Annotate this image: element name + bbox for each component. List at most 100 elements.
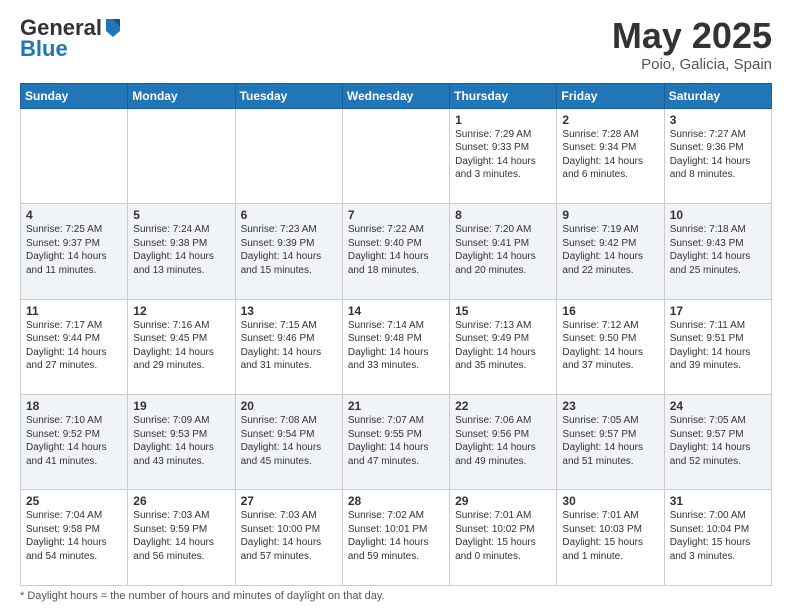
- day-info: Sunrise: 7:25 AMSunset: 9:37 PMDaylight:…: [26, 223, 122, 277]
- day-cell: 16Sunrise: 7:12 AMSunset: 9:50 PMDayligh…: [557, 299, 664, 394]
- calendar-header-row: SundayMondayTuesdayWednesdayThursdayFrid…: [21, 83, 772, 108]
- day-cell: 26Sunrise: 7:03 AMSunset: 9:59 PMDayligh…: [128, 490, 235, 586]
- day-info: Sunrise: 7:05 AMSunset: 9:57 PMDaylight:…: [562, 414, 658, 468]
- day-number: 7: [348, 208, 444, 222]
- day-cell: 14Sunrise: 7:14 AMSunset: 9:48 PMDayligh…: [342, 299, 449, 394]
- day-cell: 24Sunrise: 7:05 AMSunset: 9:57 PMDayligh…: [664, 395, 771, 490]
- day-number: 24: [670, 399, 766, 413]
- day-info: Sunrise: 7:14 AMSunset: 9:48 PMDaylight:…: [348, 319, 444, 373]
- col-header-monday: Monday: [128, 83, 235, 108]
- logo-icon: [104, 17, 122, 39]
- day-cell: 21Sunrise: 7:07 AMSunset: 9:55 PMDayligh…: [342, 395, 449, 490]
- day-cell: 28Sunrise: 7:02 AMSunset: 10:01 PMDaylig…: [342, 490, 449, 586]
- day-info: Sunrise: 7:05 AMSunset: 9:57 PMDaylight:…: [670, 414, 766, 468]
- day-info: Sunrise: 7:24 AMSunset: 9:38 PMDaylight:…: [133, 223, 229, 277]
- week-row-3: 11Sunrise: 7:17 AMSunset: 9:44 PMDayligh…: [21, 299, 772, 394]
- day-cell: 8Sunrise: 7:20 AMSunset: 9:41 PMDaylight…: [450, 204, 557, 299]
- day-info: Sunrise: 7:28 AMSunset: 9:34 PMDaylight:…: [562, 128, 658, 182]
- day-cell: 18Sunrise: 7:10 AMSunset: 9:52 PMDayligh…: [21, 395, 128, 490]
- day-cell: 12Sunrise: 7:16 AMSunset: 9:45 PMDayligh…: [128, 299, 235, 394]
- day-number: 27: [241, 494, 337, 508]
- day-number: 19: [133, 399, 229, 413]
- day-info: Sunrise: 7:00 AMSunset: 10:04 PMDaylight…: [670, 509, 766, 563]
- day-cell: 10Sunrise: 7:18 AMSunset: 9:43 PMDayligh…: [664, 204, 771, 299]
- day-cell: [21, 108, 128, 203]
- day-info: Sunrise: 7:01 AMSunset: 10:03 PMDaylight…: [562, 509, 658, 563]
- week-row-2: 4Sunrise: 7:25 AMSunset: 9:37 PMDaylight…: [21, 204, 772, 299]
- day-cell: [342, 108, 449, 203]
- page: General Blue May 2025 Poio, Galicia, Spa…: [0, 0, 792, 612]
- day-number: 28: [348, 494, 444, 508]
- day-info: Sunrise: 7:01 AMSunset: 10:02 PMDaylight…: [455, 509, 551, 563]
- day-cell: 17Sunrise: 7:11 AMSunset: 9:51 PMDayligh…: [664, 299, 771, 394]
- title-block: May 2025 Poio, Galicia, Spain: [612, 16, 772, 73]
- day-info: Sunrise: 7:08 AMSunset: 9:54 PMDaylight:…: [241, 414, 337, 468]
- col-header-sunday: Sunday: [21, 83, 128, 108]
- day-cell: [235, 108, 342, 203]
- day-info: Sunrise: 7:02 AMSunset: 10:01 PMDaylight…: [348, 509, 444, 563]
- day-info: Sunrise: 7:18 AMSunset: 9:43 PMDaylight:…: [670, 223, 766, 277]
- day-info: Sunrise: 7:15 AMSunset: 9:46 PMDaylight:…: [241, 319, 337, 373]
- day-cell: 4Sunrise: 7:25 AMSunset: 9:37 PMDaylight…: [21, 204, 128, 299]
- day-number: 16: [562, 304, 658, 318]
- day-info: Sunrise: 7:04 AMSunset: 9:58 PMDaylight:…: [26, 509, 122, 563]
- day-info: Sunrise: 7:17 AMSunset: 9:44 PMDaylight:…: [26, 319, 122, 373]
- day-number: 12: [133, 304, 229, 318]
- week-row-1: 1Sunrise: 7:29 AMSunset: 9:33 PMDaylight…: [21, 108, 772, 203]
- day-cell: 31Sunrise: 7:00 AMSunset: 10:04 PMDaylig…: [664, 490, 771, 586]
- day-info: Sunrise: 7:11 AMSunset: 9:51 PMDaylight:…: [670, 319, 766, 373]
- col-header-saturday: Saturday: [664, 83, 771, 108]
- day-number: 25: [26, 494, 122, 508]
- day-cell: [128, 108, 235, 203]
- calendar-table: SundayMondayTuesdayWednesdayThursdayFrid…: [20, 83, 772, 586]
- day-info: Sunrise: 7:07 AMSunset: 9:55 PMDaylight:…: [348, 414, 444, 468]
- col-header-tuesday: Tuesday: [235, 83, 342, 108]
- day-info: Sunrise: 7:13 AMSunset: 9:49 PMDaylight:…: [455, 319, 551, 373]
- day-info: Sunrise: 7:03 AMSunset: 9:59 PMDaylight:…: [133, 509, 229, 563]
- day-number: 2: [562, 113, 658, 127]
- day-number: 30: [562, 494, 658, 508]
- day-number: 20: [241, 399, 337, 413]
- day-number: 23: [562, 399, 658, 413]
- day-number: 18: [26, 399, 122, 413]
- day-cell: 27Sunrise: 7:03 AMSunset: 10:00 PMDaylig…: [235, 490, 342, 586]
- logo: General Blue: [20, 16, 122, 62]
- day-number: 15: [455, 304, 551, 318]
- day-cell: 15Sunrise: 7:13 AMSunset: 9:49 PMDayligh…: [450, 299, 557, 394]
- day-number: 6: [241, 208, 337, 222]
- day-cell: 6Sunrise: 7:23 AMSunset: 9:39 PMDaylight…: [235, 204, 342, 299]
- week-row-4: 18Sunrise: 7:10 AMSunset: 9:52 PMDayligh…: [21, 395, 772, 490]
- day-number: 3: [670, 113, 766, 127]
- day-number: 22: [455, 399, 551, 413]
- day-number: 13: [241, 304, 337, 318]
- day-cell: 9Sunrise: 7:19 AMSunset: 9:42 PMDaylight…: [557, 204, 664, 299]
- day-info: Sunrise: 7:10 AMSunset: 9:52 PMDaylight:…: [26, 414, 122, 468]
- day-cell: 23Sunrise: 7:05 AMSunset: 9:57 PMDayligh…: [557, 395, 664, 490]
- day-number: 14: [348, 304, 444, 318]
- day-cell: 7Sunrise: 7:22 AMSunset: 9:40 PMDaylight…: [342, 204, 449, 299]
- day-cell: 5Sunrise: 7:24 AMSunset: 9:38 PMDaylight…: [128, 204, 235, 299]
- day-cell: 22Sunrise: 7:06 AMSunset: 9:56 PMDayligh…: [450, 395, 557, 490]
- day-number: 29: [455, 494, 551, 508]
- day-info: Sunrise: 7:06 AMSunset: 9:56 PMDaylight:…: [455, 414, 551, 468]
- day-number: 1: [455, 113, 551, 127]
- col-header-wednesday: Wednesday: [342, 83, 449, 108]
- day-number: 5: [133, 208, 229, 222]
- col-header-thursday: Thursday: [450, 83, 557, 108]
- day-cell: 25Sunrise: 7:04 AMSunset: 9:58 PMDayligh…: [21, 490, 128, 586]
- title-month: May 2025: [612, 16, 772, 56]
- day-info: Sunrise: 7:22 AMSunset: 9:40 PMDaylight:…: [348, 223, 444, 277]
- day-info: Sunrise: 7:20 AMSunset: 9:41 PMDaylight:…: [455, 223, 551, 277]
- day-cell: 13Sunrise: 7:15 AMSunset: 9:46 PMDayligh…: [235, 299, 342, 394]
- footer-note: * Daylight hours = the number of hours a…: [20, 590, 772, 602]
- day-cell: 29Sunrise: 7:01 AMSunset: 10:02 PMDaylig…: [450, 490, 557, 586]
- day-info: Sunrise: 7:27 AMSunset: 9:36 PMDaylight:…: [670, 128, 766, 182]
- day-cell: 20Sunrise: 7:08 AMSunset: 9:54 PMDayligh…: [235, 395, 342, 490]
- day-info: Sunrise: 7:23 AMSunset: 9:39 PMDaylight:…: [241, 223, 337, 277]
- day-cell: 2Sunrise: 7:28 AMSunset: 9:34 PMDaylight…: [557, 108, 664, 203]
- day-info: Sunrise: 7:19 AMSunset: 9:42 PMDaylight:…: [562, 223, 658, 277]
- col-header-friday: Friday: [557, 83, 664, 108]
- day-number: 17: [670, 304, 766, 318]
- day-number: 31: [670, 494, 766, 508]
- day-number: 11: [26, 304, 122, 318]
